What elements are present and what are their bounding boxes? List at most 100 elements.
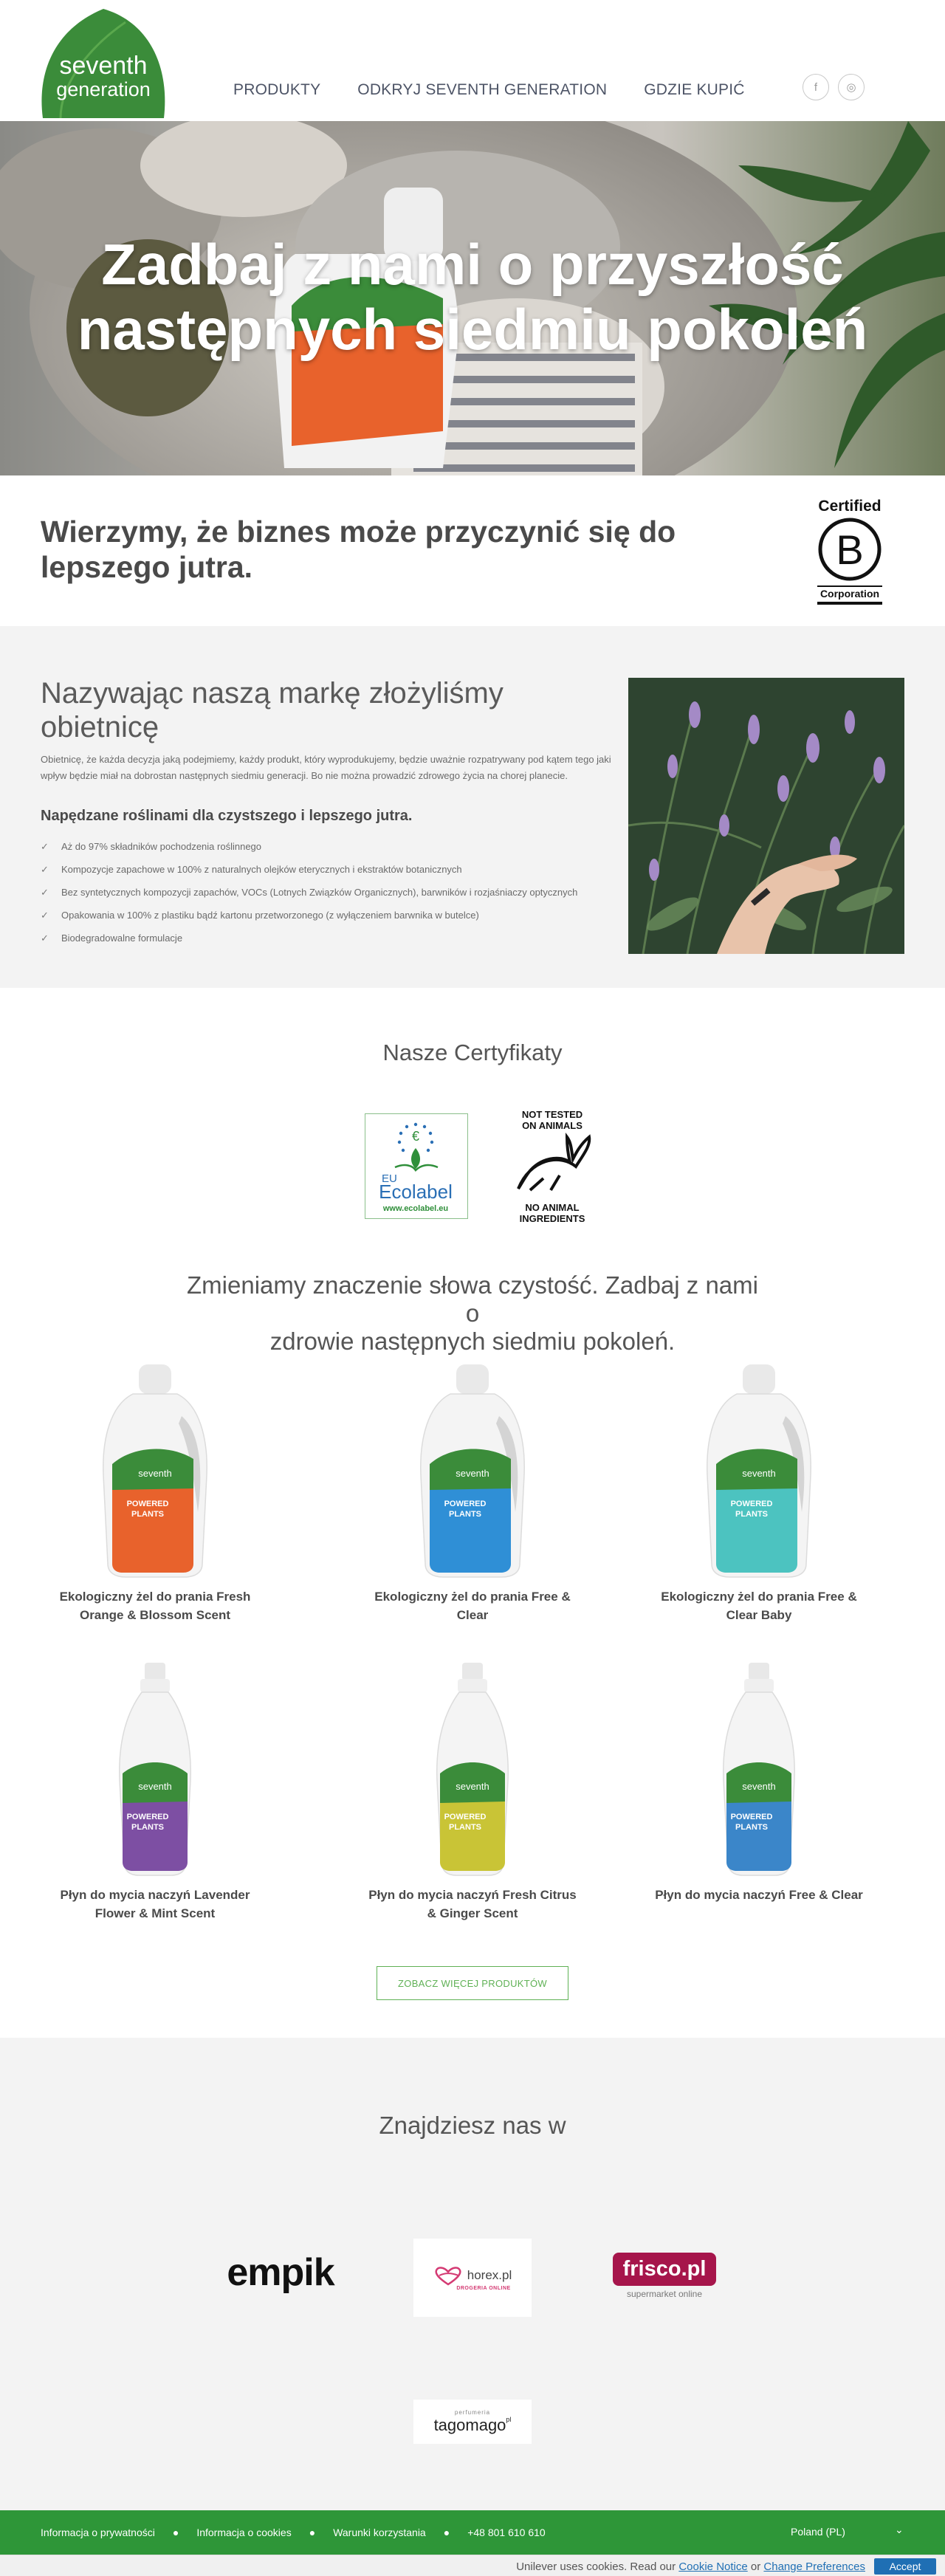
promise-checklist: ✓ Aż do 97% składników pochodzenia roślin… (41, 835, 577, 949)
nav-item-produkty[interactable]: PRODUKTY (233, 81, 320, 99)
product-name-line1: Ekologiczny żel do prania Free & (374, 1590, 571, 1604)
tagomago-sup: pl (506, 2415, 512, 2423)
product-name-line1: Płyn do mycia naczyń Lavender (60, 1888, 250, 1902)
cookie-banner: Unilever uses cookies. Read our Cookie N… (0, 2555, 945, 2576)
cookie-notice-link[interactable]: Cookie Notice (678, 2560, 747, 2573)
seventh-generation-logo[interactable]: seventh generation (38, 7, 168, 123)
retailer-frisco-logo[interactable]: frisco.pl supermarket online (605, 2246, 724, 2305)
list-item: ✓ Biodegradowalne formulacje (41, 927, 577, 949)
belief-title-line2: lepszego jutra. (41, 550, 253, 584)
product-card[interactable]: seventh POWERED PLANTS Ekologiczny żel do … (648, 1364, 870, 1624)
svg-text:PLANTS: PLANTS (449, 1510, 481, 1519)
cookie-text-middle: or (750, 2560, 761, 2573)
svg-text:PLANTS: PLANTS (735, 1823, 768, 1832)
promise-text: Obietnicę, że każda decyzja jaką podejmi… (41, 754, 611, 781)
accept-cookies-button[interactable]: Accept (874, 2558, 936, 2575)
svg-text:PLANTS: PLANTS (449, 1823, 481, 1832)
product-name[interactable]: Płyn do mycia naczyń Fresh Citrus & Ging… (362, 1886, 583, 1923)
ecolabel-url: www.ecolabel.eu (382, 1204, 448, 1213)
retailer-horex-logo[interactable]: horex.pl DROGERIA ONLINE (413, 2239, 532, 2317)
list-item: ✓ Opakowania w 100% z plastiku bądź karto… (41, 904, 577, 927)
product-name-line1: Ekologiczny żel do prania Free & (661, 1590, 857, 1604)
product-name-line2: Orange & Blossom Scent (79, 1608, 231, 1622)
footer-link-terms[interactable]: Warunki korzystania (333, 2527, 426, 2538)
product-card[interactable]: seventh POWERED PLANTS Ekologiczny żel do … (44, 1364, 266, 1624)
svg-text:POWERED: POWERED (444, 1500, 487, 1508)
footer-phone[interactable]: +48 801 610 610 (467, 2527, 546, 2538)
see-more-products-button[interactable]: ZOBACZ WIĘCEJ PRODUKTÓW (377, 1966, 568, 2000)
check-icon: ✓ (41, 932, 49, 944)
belief-title: Wierzymy, że biznes może przyczynić się … (41, 514, 705, 585)
country-selector[interactable]: Poland (PL) (791, 2526, 845, 2538)
facebook-icon[interactable]: f (803, 74, 829, 100)
hero-title-line1: Zadbaj z nami o przyszłość (101, 232, 844, 297)
product-card[interactable]: seventh POWERED PLANTS Płyn do mycia naczy… (362, 1663, 583, 1923)
main-nav: PRODUKTY ODKRYJ SEVENTH GENERATION GDZIE… (233, 81, 745, 99)
product-name[interactable]: Ekologiczny żel do prania Free & Clear B… (648, 1587, 870, 1624)
hero-title: Zadbaj z nami o przyszłość następnych si… (0, 232, 945, 362)
product-name-line2: Clear (456, 1608, 489, 1622)
nav-item-odkryj[interactable]: ODKRYJ SEVENTH GENERATION (357, 81, 607, 99)
lavender-photo (628, 678, 904, 954)
product-image[interactable]: seventh POWERED PLANTS (413, 1663, 532, 1877)
list-item: ✓ Bez syntetycznych kompozycji zapachów, … (41, 881, 577, 904)
chevron-down-icon[interactable]: ⌄ (895, 2524, 904, 2536)
product-image[interactable]: seventh POWERED PLANTS (96, 1663, 214, 1877)
change-preferences-link[interactable]: Change Preferences (763, 2560, 865, 2573)
horex-heart-icon (435, 2266, 461, 2286)
svg-text:seventh: seventh (456, 1781, 489, 1792)
product-image[interactable]: seventh POWERED PLANTS (700, 1364, 818, 1579)
svg-text:seventh: seventh (138, 1781, 172, 1792)
product-name-line2: Flower & Mint Scent (94, 1906, 216, 1920)
check-icon: ✓ (41, 863, 49, 875)
footer-link-cookies[interactable]: Informacja o cookies (196, 2527, 291, 2538)
product-name[interactable]: Płyn do mycia naczyń Lavender Flower & M… (44, 1886, 266, 1923)
retailer-tagomago-logo[interactable]: perfumeria tagomago pl (413, 2400, 532, 2444)
product-card[interactable]: seventh POWERED PLANTS Płyn do mycia naczy… (648, 1663, 870, 1904)
product-name-line1: Płyn do mycia naczyń Fresh Citrus (368, 1888, 577, 1902)
cookie-text: Unilever uses cookies. Read our Cookie N… (516, 2560, 865, 2573)
not-tested-on-animals-logo: NOT TESTED ON ANIMALS NO ANIMAL INGREDIE… (508, 1107, 597, 1226)
no-animal-line2: INGREDIENTS (520, 1213, 585, 1224)
product-name[interactable]: Ekologiczny żel do prania Fresh Orange &… (44, 1587, 266, 1624)
svg-text:POWERED: POWERED (127, 1813, 169, 1821)
belief-title-line1: Wierzymy, że biznes może przyczynić się … (41, 515, 676, 549)
hero-title-line2: następnych siedmiu pokoleń (77, 297, 868, 362)
svg-text:PLANTS: PLANTS (131, 1510, 164, 1519)
product-name[interactable]: Ekologiczny żel do prania Free & Clear (362, 1587, 583, 1624)
horex-subtitle: DROGERIA ONLINE (456, 2285, 511, 2291)
check-icon: ✓ (41, 909, 49, 921)
bcorp-b-letter: B (836, 526, 863, 573)
product-card[interactable]: seventh POWERED PLANTS Płyn do mycia naczy… (44, 1663, 266, 1923)
list-item-text: Aż do 97% składników pochodzenia roślinn… (61, 841, 262, 852)
nav-item-gdzie-kupic[interactable]: GDZIE KUPIĆ (644, 81, 744, 99)
footer-link-privacy[interactable]: Informacja o prywatności (41, 2527, 155, 2538)
site-header: seventh generation PRODUKTY ODKRYJ SEVEN… (0, 0, 945, 121)
list-item-text: Biodegradowalne formulacje (61, 932, 183, 944)
list-item-text: Kompozycje zapachowe w 100% z naturalnyc… (61, 864, 462, 875)
product-card[interactable]: seventh POWERED PLANTS Ekologiczny żel do … (362, 1364, 583, 1624)
retailer-empik-logo[interactable]: empik (214, 2236, 347, 2309)
promise-section: Nazywając naszą markę złożyliśmy obietni… (0, 626, 945, 988)
product-image[interactable]: seventh POWERED PLANTS (413, 1364, 532, 1579)
product-image[interactable]: seventh POWERED PLANTS (700, 1663, 818, 1877)
instagram-icon[interactable]: ◎ (838, 74, 865, 100)
list-item: ✓ Aż do 97% składników pochodzenia roślin… (41, 835, 577, 858)
product-image[interactable]: seventh POWERED PLANTS (96, 1364, 214, 1579)
b-corp-logo: Certified B Corporation (817, 498, 882, 605)
belief-section: Wierzymy, że biznes może przyczynić się … (0, 475, 945, 626)
empik-wordmark: empik (227, 2251, 334, 2294)
list-item-text: Bez syntetycznych kompozycji zapachów, V… (61, 887, 578, 898)
svg-text:PLANTS: PLANTS (735, 1510, 768, 1519)
eu-ecolabel-logo: € EU Ecolabel www.ecolabel.eu (365, 1113, 468, 1219)
svg-text:seventh: seventh (456, 1468, 489, 1479)
svg-text:seventh: seventh (742, 1781, 776, 1792)
footer-links: Informacja o prywatności ● Informacja o … (41, 2510, 546, 2555)
certificates-title: Nasze Certyfikaty (382, 1040, 563, 1065)
product-name[interactable]: Płyn do mycia naczyń Free & Clear (648, 1886, 870, 1904)
promise-title: Nazywając naszą markę złożyliśmy obietni… (41, 676, 557, 744)
product-name-line1: Ekologiczny żel do prania Fresh (59, 1590, 251, 1604)
tagomago-top: perfumeria (454, 2408, 491, 2416)
svg-text:POWERED: POWERED (127, 1500, 169, 1508)
product-name-line1: Płyn do mycia naczyń Free & Clear (655, 1888, 863, 1902)
